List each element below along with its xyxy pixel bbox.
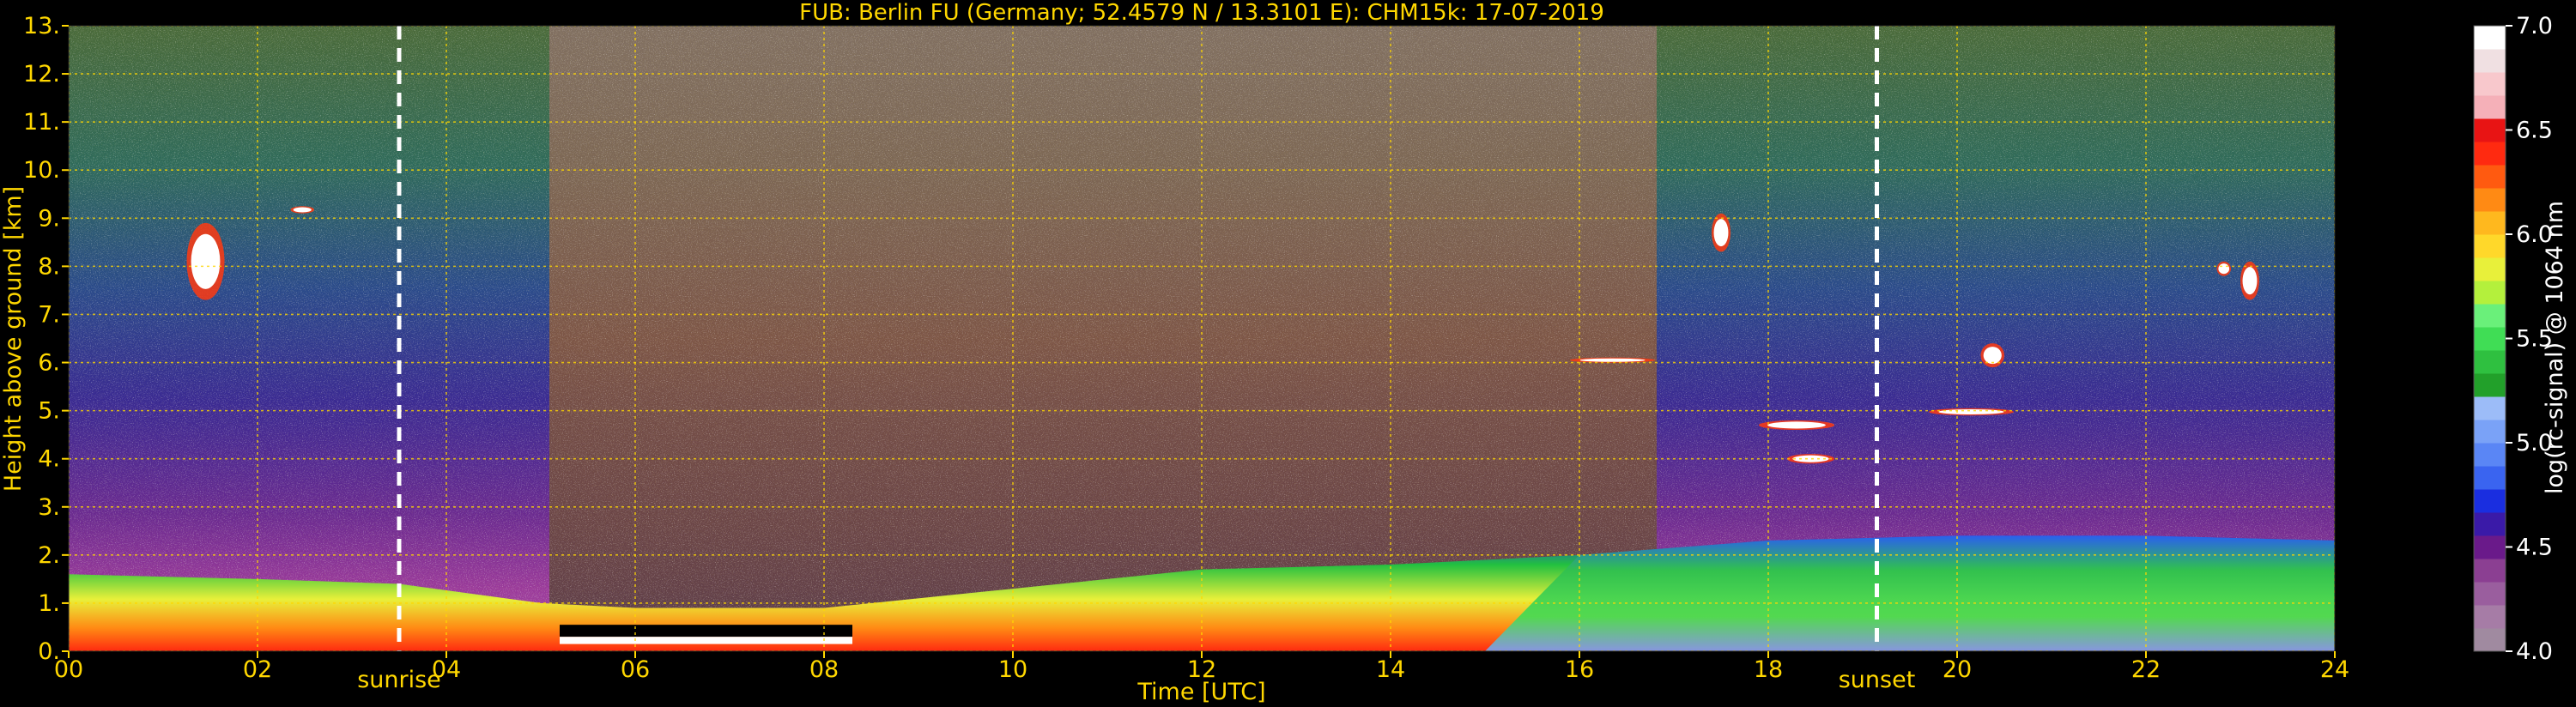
- colorbar-tick-label: 6.5: [2516, 118, 2553, 144]
- y-tick-label: 1.: [38, 590, 60, 617]
- cloud-core: [1579, 358, 1646, 362]
- cloud-core: [1713, 219, 1729, 247]
- y-tick-label: 0.: [38, 638, 60, 665]
- colorbar-segment: [2474, 118, 2506, 142]
- colorbar-segment: [2474, 49, 2506, 73]
- x-tick-label: 14: [1376, 656, 1405, 683]
- colorbar-segment: [2474, 373, 2506, 397]
- colorbar-segment: [2474, 26, 2506, 50]
- x-axis-label: Time [UTC]: [1136, 679, 1265, 705]
- colorbar-segment: [2474, 559, 2506, 583]
- colorbar-segment: [2474, 628, 2506, 652]
- y-tick-label: 5.: [38, 398, 60, 425]
- y-tick-label: 2.: [38, 542, 60, 569]
- cloud-core: [1938, 409, 2004, 415]
- cloud-core: [1983, 347, 2002, 365]
- colorbar-segment: [2474, 489, 2506, 513]
- low-bright-band: [560, 637, 852, 644]
- colorbar-tick-label: 7.0: [2516, 13, 2553, 39]
- colorbar-segment: [2474, 443, 2506, 467]
- colorbar-segment: [2474, 512, 2506, 536]
- x-tick-label: 10: [998, 656, 1027, 683]
- colorbar-segment: [2474, 234, 2506, 258]
- event-marker-labels: sunrise sunset: [357, 667, 1915, 693]
- boundary-layer-evening: [1485, 535, 2335, 651]
- y-tick-label: 7.: [38, 301, 60, 328]
- x-tick-label: 02: [243, 656, 272, 683]
- colorbar-segment: [2474, 142, 2506, 166]
- colorbar-label: log(rc-signal) @ 1064 nm: [2542, 201, 2568, 494]
- colorbar-segment: [2474, 257, 2506, 281]
- y-tick-label: 10.: [23, 157, 60, 184]
- cloud-core: [2218, 263, 2230, 275]
- cloud-core: [1767, 421, 1826, 429]
- y-tick-label: 9.: [38, 205, 60, 232]
- y-tick-label: 3.: [38, 494, 60, 521]
- chart-title: FUB: Berlin FU (Germany; 52.4579 N / 13.…: [799, 0, 1604, 26]
- x-tick-label: 24: [2320, 656, 2349, 683]
- y-tick-label: 4.: [38, 446, 60, 473]
- x-tick-label: 18: [1754, 656, 1783, 683]
- x-tick-label: 06: [621, 656, 650, 683]
- y-tick-label: 6.: [38, 350, 60, 377]
- ceilometer-figure: FUB: Berlin FU (Germany; 52.4579 N / 13.…: [0, 0, 2568, 705]
- colorbar-segment: [2474, 350, 2506, 374]
- cloud-core: [293, 207, 312, 213]
- y-tick-label: 8.: [38, 253, 60, 280]
- colorbar-segment: [2474, 466, 2506, 490]
- cloud-core: [2242, 267, 2258, 295]
- colorbar-segment: [2474, 304, 2506, 328]
- y-tick-label: 12.: [23, 61, 60, 88]
- colorbar-segment: [2474, 281, 2506, 305]
- colorbar-segment: [2474, 211, 2506, 235]
- colorbar-tick-label: 4.5: [2516, 535, 2553, 561]
- colorbar-segment: [2474, 72, 2506, 96]
- colorbar-segment: [2474, 188, 2506, 212]
- x-tick-label: 08: [809, 656, 839, 683]
- colorbar-segment: [2474, 535, 2506, 559]
- cloud-core: [191, 233, 221, 289]
- y-axis-label: Height above ground [km]: [0, 186, 27, 492]
- event-marker-label: sunrise: [357, 667, 441, 693]
- colorbar-segment: [2474, 420, 2506, 444]
- x-tick-label: 16: [1565, 656, 1594, 683]
- y-axis-ticks: 0. 1. 2. 3. 4. 5. 6. 7. 8. 9. 10. 11. 12. 13.: [23, 13, 69, 665]
- colorbar-segment: [2474, 605, 2506, 629]
- colorbar-tick-label: 4.0: [2516, 638, 2553, 665]
- x-tick-label: 22: [2131, 656, 2161, 683]
- colorbar: [2473, 25, 2506, 652]
- colorbar-segment: [2474, 582, 2506, 606]
- y-tick-label: 13.: [23, 13, 60, 39]
- y-tick-label: 11.: [23, 109, 60, 136]
- colorbar-segment: [2474, 327, 2506, 351]
- colorbar-segment: [2474, 165, 2506, 189]
- colorbar-segment: [2474, 396, 2506, 420]
- plot-area: [69, 26, 2335, 651]
- colorbar-segment: [2474, 95, 2506, 119]
- low-dark-band: [560, 625, 852, 638]
- x-tick-label: 20: [1943, 656, 1972, 683]
- event-marker-label: sunset: [1839, 667, 1916, 693]
